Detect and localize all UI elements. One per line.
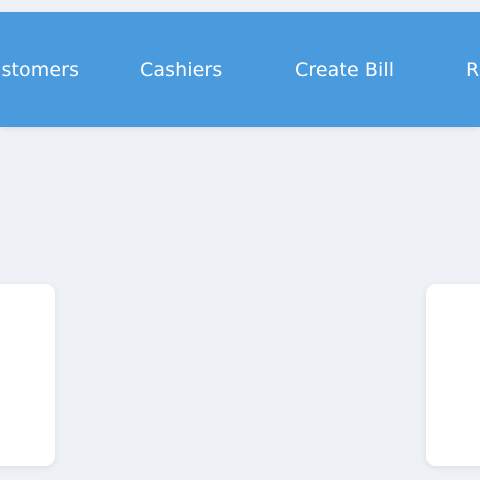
app-viewport: Customers Cashiers Create Bill R [0,0,480,480]
top-navbar: Customers Cashiers Create Bill R [0,12,480,127]
nav-item-next[interactable]: R [466,56,479,84]
dashboard-card-right [426,284,480,466]
dashboard-card-left [0,284,55,466]
top-margin [0,0,480,12]
nav-item-create-bill[interactable]: Create Bill [295,56,394,84]
nav-item-cashiers[interactable]: Cashiers [140,56,222,84]
nav-item-customers[interactable]: Customers [0,56,79,84]
